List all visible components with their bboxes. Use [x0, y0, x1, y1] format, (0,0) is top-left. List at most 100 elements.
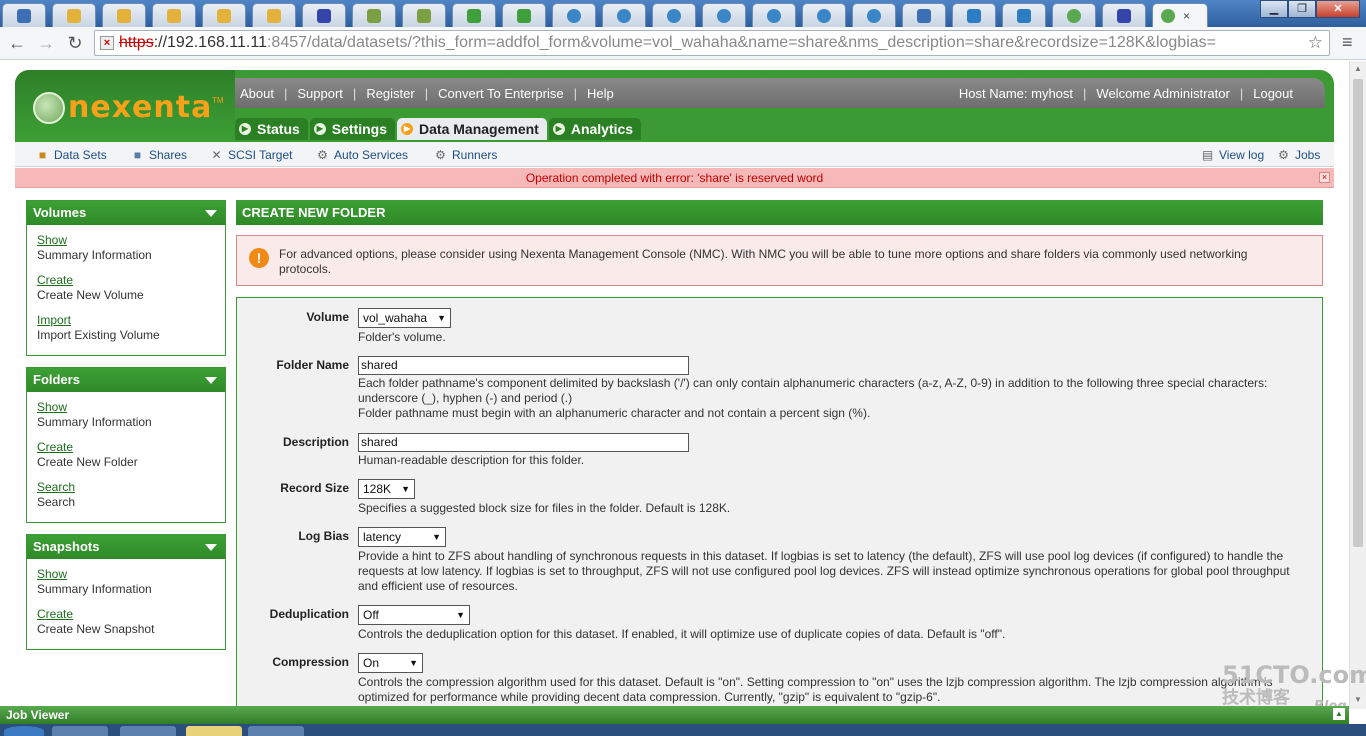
job-viewer-bar[interactable]: Job Viewer ▲ — [0, 706, 1349, 724]
record-size-help: Specifies a suggested block size for fil… — [358, 501, 731, 515]
taskbar-app[interactable] — [186, 726, 242, 736]
app-viewport: nexenta TM About | Support | Register | Con… — [0, 61, 1349, 717]
browser-tab[interactable] — [152, 3, 196, 27]
minimize-button[interactable]: ▁ — [1260, 0, 1288, 18]
browser-tab[interactable] — [302, 3, 346, 27]
address-bar[interactable]: × https://192.168.11.11:8457/data/datase… — [94, 30, 1330, 56]
browser-tab[interactable] — [1052, 3, 1096, 27]
dropdown-arrow-icon: ▼ — [456, 610, 465, 620]
browser-tab-active[interactable]: × — [1152, 3, 1208, 27]
maximize-button[interactable]: ❐ — [1288, 0, 1316, 18]
snapshots-create-link[interactable]: Create — [37, 607, 73, 621]
record-size-select[interactable]: 128K ▼ — [358, 479, 415, 499]
support-link[interactable]: Support — [297, 86, 343, 101]
volumes-import-link[interactable]: Import — [37, 313, 71, 327]
tab-close-icon[interactable]: × — [1183, 9, 1190, 23]
start-button[interactable] — [4, 726, 44, 736]
browser-tab[interactable] — [602, 3, 646, 27]
browser-tab[interactable] — [102, 3, 146, 27]
browser-tab[interactable] — [752, 3, 796, 27]
subnav-data-sets[interactable]: ■ Data Sets — [35, 142, 107, 167]
close-window-button[interactable]: ✕ — [1316, 0, 1360, 18]
tab-settings[interactable]: ▶ Settings — [309, 118, 396, 140]
page-favicon-icon — [517, 8, 531, 23]
folders-show-link[interactable]: Show — [37, 400, 67, 414]
scrollbar-thumb[interactable] — [1353, 79, 1363, 547]
volumes-panel-header[interactable]: Volumes — [27, 201, 225, 225]
taskbar-app[interactable] — [52, 726, 108, 736]
logo-trademark: TM — [212, 96, 224, 105]
deduplication-select[interactable]: Off ▼ — [358, 605, 470, 625]
tab-analytics[interactable]: ▶ Analytics — [548, 118, 642, 140]
subnav-auto-services[interactable]: ⚙ Auto Services — [315, 142, 408, 167]
view-log-link[interactable]: ▤ View log — [1200, 142, 1264, 167]
dropdown-arrow-icon: ▼ — [437, 313, 446, 323]
snapshots-panel-header[interactable]: Snapshots — [27, 535, 225, 559]
folder-name-input[interactable]: shared — [358, 356, 689, 375]
folders-search-link[interactable]: Search — [37, 480, 75, 494]
browser-tab[interactable] — [452, 3, 496, 27]
url-host: ://192.168.11.11 — [153, 34, 267, 51]
browser-tab[interactable] — [952, 3, 996, 27]
browser-tab[interactable] — [1002, 3, 1046, 27]
top-links: About | Support | Register | Convert To Ent… — [240, 85, 614, 101]
convert-enterprise-link[interactable]: Convert To Enterprise — [438, 86, 564, 101]
taskbar-app[interactable] — [248, 726, 304, 736]
arrow-bullet-icon: ▶ — [552, 123, 565, 135]
collapse-triangle-icon[interactable] — [205, 210, 217, 217]
browser-tab[interactable] — [902, 3, 946, 27]
description-input[interactable]: shared — [358, 433, 689, 452]
browser-tab[interactable] — [352, 3, 396, 27]
help-link[interactable]: Help — [587, 86, 614, 101]
browser-tab[interactable] — [802, 3, 846, 27]
subnav-shares[interactable]: ■ Shares — [130, 142, 187, 167]
browser-tab[interactable] — [2, 3, 46, 27]
folders-panel-header[interactable]: Folders — [27, 368, 225, 392]
expand-up-icon[interactable]: ▲ — [1333, 708, 1345, 720]
site-watermark: 51CTO.com 技术博客 Blog — [1222, 662, 1366, 714]
record-size-label: Record Size — [280, 481, 349, 495]
bookmark-star-icon[interactable]: ☆ — [1308, 31, 1323, 55]
dropdown-arrow-icon: ▼ — [401, 484, 410, 494]
browser-tab[interactable] — [652, 3, 696, 27]
tab-data-management[interactable]: ▶ Data Management — [397, 118, 547, 140]
subnav-runners[interactable]: ⚙ Runners — [433, 142, 497, 167]
volumes-show-link[interactable]: Show — [37, 233, 67, 247]
reload-icon[interactable]: ↻ — [64, 32, 86, 54]
volume-select[interactable]: vol_wahaha ▼ — [358, 308, 451, 328]
browser-tab[interactable] — [252, 3, 296, 27]
collapse-triangle-icon[interactable] — [205, 544, 217, 551]
browser-tab[interactable] — [202, 3, 246, 27]
browser-tab[interactable] — [1102, 3, 1146, 27]
collapse-triangle-icon[interactable] — [205, 377, 217, 384]
browser-tab-strip: × ▁ ❐ ✕ — [0, 0, 1366, 27]
volumes-create-link[interactable]: Create — [37, 273, 73, 287]
subnav-scsi-target[interactable]: ✕ SCSI Target — [209, 142, 292, 167]
browser-tab[interactable] — [852, 3, 896, 27]
arrow-bullet-icon: ▶ — [239, 123, 251, 135]
browser-tab[interactable] — [402, 3, 446, 27]
compression-select[interactable]: On ▼ — [358, 653, 423, 673]
register-link[interactable]: Register — [366, 86, 414, 101]
browser-tab[interactable] — [702, 3, 746, 27]
log-bias-select[interactable]: latency ▼ — [358, 527, 446, 547]
snapshots-show-link[interactable]: Show — [37, 567, 67, 581]
about-link[interactable]: About — [240, 86, 274, 101]
browser-tab[interactable] — [552, 3, 596, 27]
jobs-link[interactable]: ⚙ Jobs — [1276, 142, 1320, 167]
back-icon[interactable]: ← — [6, 32, 28, 54]
scroll-up-icon[interactable]: ▲ — [1353, 64, 1363, 73]
browser-tab[interactable] — [502, 3, 546, 27]
browser-menu-icon[interactable]: ≡ — [1342, 32, 1353, 53]
page-scrollbar[interactable]: ▲ ▼ — [1349, 61, 1366, 709]
taskbar-app[interactable] — [120, 726, 176, 736]
close-error-icon[interactable]: × — [1319, 172, 1330, 183]
forward-icon[interactable]: → — [35, 32, 57, 54]
arrow-bullet-icon: ▶ — [313, 123, 326, 135]
logout-link[interactable]: Logout — [1253, 86, 1293, 101]
browser-tab[interactable] — [52, 3, 96, 27]
log-bias-label: Log Bias — [298, 529, 349, 543]
tab-status[interactable]: ▶ Status — [235, 118, 308, 140]
volumes-create-desc: Create New Volume — [37, 288, 144, 302]
folders-create-link[interactable]: Create — [37, 440, 73, 454]
